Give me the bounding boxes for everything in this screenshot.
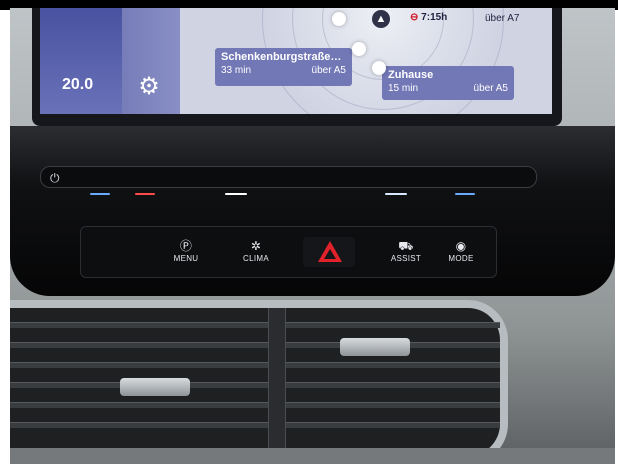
climate-tile[interactable]: 20.0 bbox=[40, 8, 122, 114]
vent-slat bbox=[10, 362, 500, 368]
hardkey-strip: Ⓟ MENU ✲ CLIMA ⛟ ASSIST ◉ MODE bbox=[80, 226, 497, 278]
air-vent bbox=[10, 300, 508, 464]
destination-time: 33 min bbox=[221, 65, 252, 76]
map-pin-icon[interactable] bbox=[372, 61, 386, 75]
route-via: über A7 bbox=[485, 13, 520, 24]
destination-name: Schenkenburgstraße… bbox=[221, 51, 342, 63]
route-time: 7:15h bbox=[421, 12, 448, 23]
vent-slat bbox=[10, 322, 500, 328]
mode-icon: ◉ bbox=[455, 239, 467, 253]
destination-via: über A5 bbox=[311, 65, 346, 76]
touch-slider-bar[interactable] bbox=[40, 166, 537, 188]
temperature-value: 20.0 bbox=[62, 76, 94, 93]
vent-slat bbox=[10, 402, 500, 408]
lower-dashboard bbox=[10, 448, 615, 464]
car-dashboard-photo: 20.0 ⚙ Schenkenburgstraße… 33 min über A… bbox=[10, 8, 615, 464]
hazard-triangle-inner bbox=[324, 249, 336, 259]
navigation-map[interactable]: Schenkenburgstraße… 33 min über A5 Zuhau… bbox=[180, 8, 552, 114]
infotainment-display: 20.0 ⚙ Schenkenburgstraße… 33 min über A… bbox=[32, 8, 562, 126]
clima-label: CLIMA bbox=[243, 254, 269, 263]
assist-button[interactable]: ⛟ ASSIST bbox=[381, 239, 431, 263]
mode-label: MODE bbox=[448, 254, 474, 263]
destination-name: Zuhause bbox=[388, 69, 434, 81]
vent-slat bbox=[10, 382, 500, 388]
control-bezel: ⏻ Ⓟ MENU ✲ CLIMA ⛟ ASSIST ◉ MODE bbox=[10, 126, 615, 296]
clima-button[interactable]: ✲ CLIMA bbox=[231, 239, 281, 263]
gear-icon[interactable]: ⚙ bbox=[134, 72, 164, 102]
vent-slat bbox=[10, 422, 500, 428]
map-pin-icon[interactable] bbox=[332, 12, 346, 26]
power-icon[interactable]: ⏻ bbox=[50, 171, 60, 186]
vent-adjust-knob[interactable] bbox=[120, 378, 190, 396]
hazard-button[interactable] bbox=[303, 237, 355, 267]
destination-card[interactable]: Schenkenburgstraße… 33 min über A5 bbox=[215, 48, 352, 86]
destination-via: über A5 bbox=[473, 83, 508, 94]
destination-time: 15 min bbox=[388, 83, 419, 94]
ambient-light bbox=[135, 193, 155, 195]
car-assist-icon: ⛟ bbox=[398, 239, 414, 253]
fan-icon: ✲ bbox=[250, 239, 262, 253]
vent-adjust-knob[interactable] bbox=[340, 338, 410, 356]
ambient-light bbox=[225, 193, 247, 195]
car-icon: ⊖ bbox=[410, 12, 419, 23]
destination-card[interactable]: Zuhause 15 min über A5 bbox=[382, 66, 514, 100]
ambient-light bbox=[455, 193, 475, 195]
map-pin-icon[interactable] bbox=[352, 42, 366, 56]
park-icon: Ⓟ bbox=[179, 239, 193, 253]
ambient-light bbox=[385, 193, 407, 195]
ambient-light bbox=[90, 193, 110, 195]
mode-button[interactable]: ◉ MODE bbox=[436, 239, 486, 263]
menu-button[interactable]: Ⓟ MENU bbox=[161, 239, 211, 263]
vent-slat bbox=[10, 342, 500, 348]
route-eta: ⊖ 7:15h bbox=[410, 12, 447, 23]
vent-divider bbox=[268, 308, 286, 456]
menu-label: MENU bbox=[173, 254, 199, 263]
display-content: 20.0 ⚙ Schenkenburgstraße… 33 min über A… bbox=[40, 8, 552, 114]
navigation-arrow-icon: ▲ bbox=[372, 10, 390, 28]
assist-label: ASSIST bbox=[390, 254, 422, 263]
